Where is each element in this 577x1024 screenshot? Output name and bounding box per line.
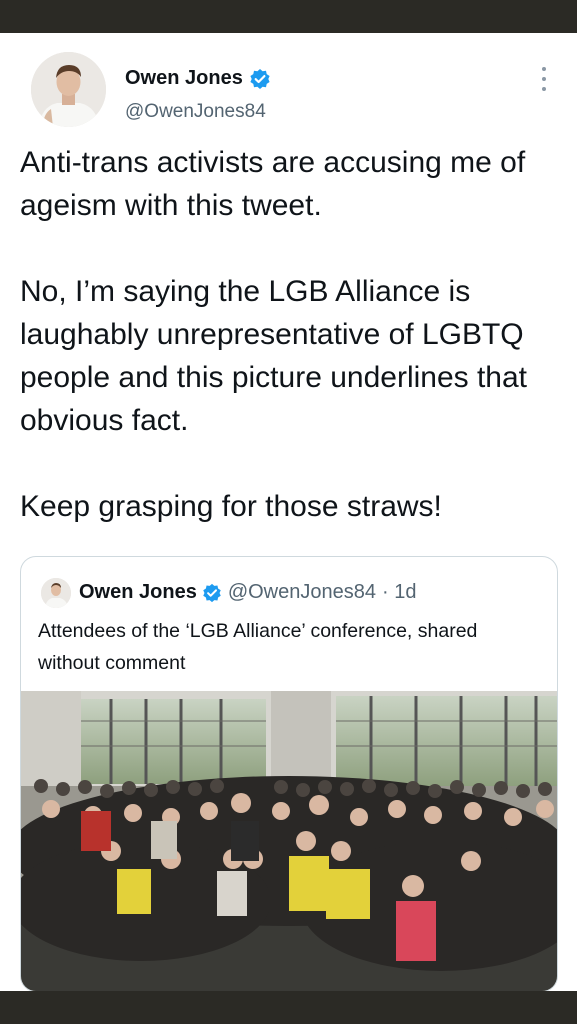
tweet-paragraph: No, I’m saying the LGB Alliance is laugh… — [20, 275, 528, 437]
tweet-paragraph: Keep grasping for those straws! — [20, 490, 442, 523]
author-handle[interactable]: @OwenJones84 — [125, 101, 266, 123]
verified-badge-icon — [203, 583, 221, 602]
quoted-author-name[interactable]: Owen Jones — [79, 581, 197, 604]
quoted-tweet-text: Attendees of the ‘LGB Alliance’ conferen… — [38, 620, 478, 674]
top-dark-bar — [0, 0, 577, 33]
tweet-paragraph: Anti-trans activists are accusing me of … — [20, 146, 526, 222]
quoted-tweet[interactable]: Owen Jones @OwenJones84 · 1d Attendees o… — [20, 556, 558, 992]
conference-photo[interactable] — [21, 691, 557, 991]
bottom-dark-bar — [0, 991, 577, 1024]
verified-badge-icon — [250, 68, 270, 89]
more-options-icon[interactable] — [536, 67, 552, 91]
quoted-timestamp[interactable]: · 1d — [382, 581, 416, 604]
author-avatar[interactable] — [31, 52, 106, 127]
quoted-author-handle[interactable]: @OwenJones84 — [228, 581, 376, 604]
tweet-text: Anti-trans activists are accusing me of … — [20, 141, 560, 528]
author-name[interactable]: Owen Jones — [125, 67, 243, 90]
quoted-author-avatar — [41, 578, 71, 608]
tweet-card[interactable]: Owen Jones @OwenJones84 Anti-trans activ… — [0, 33, 577, 992]
